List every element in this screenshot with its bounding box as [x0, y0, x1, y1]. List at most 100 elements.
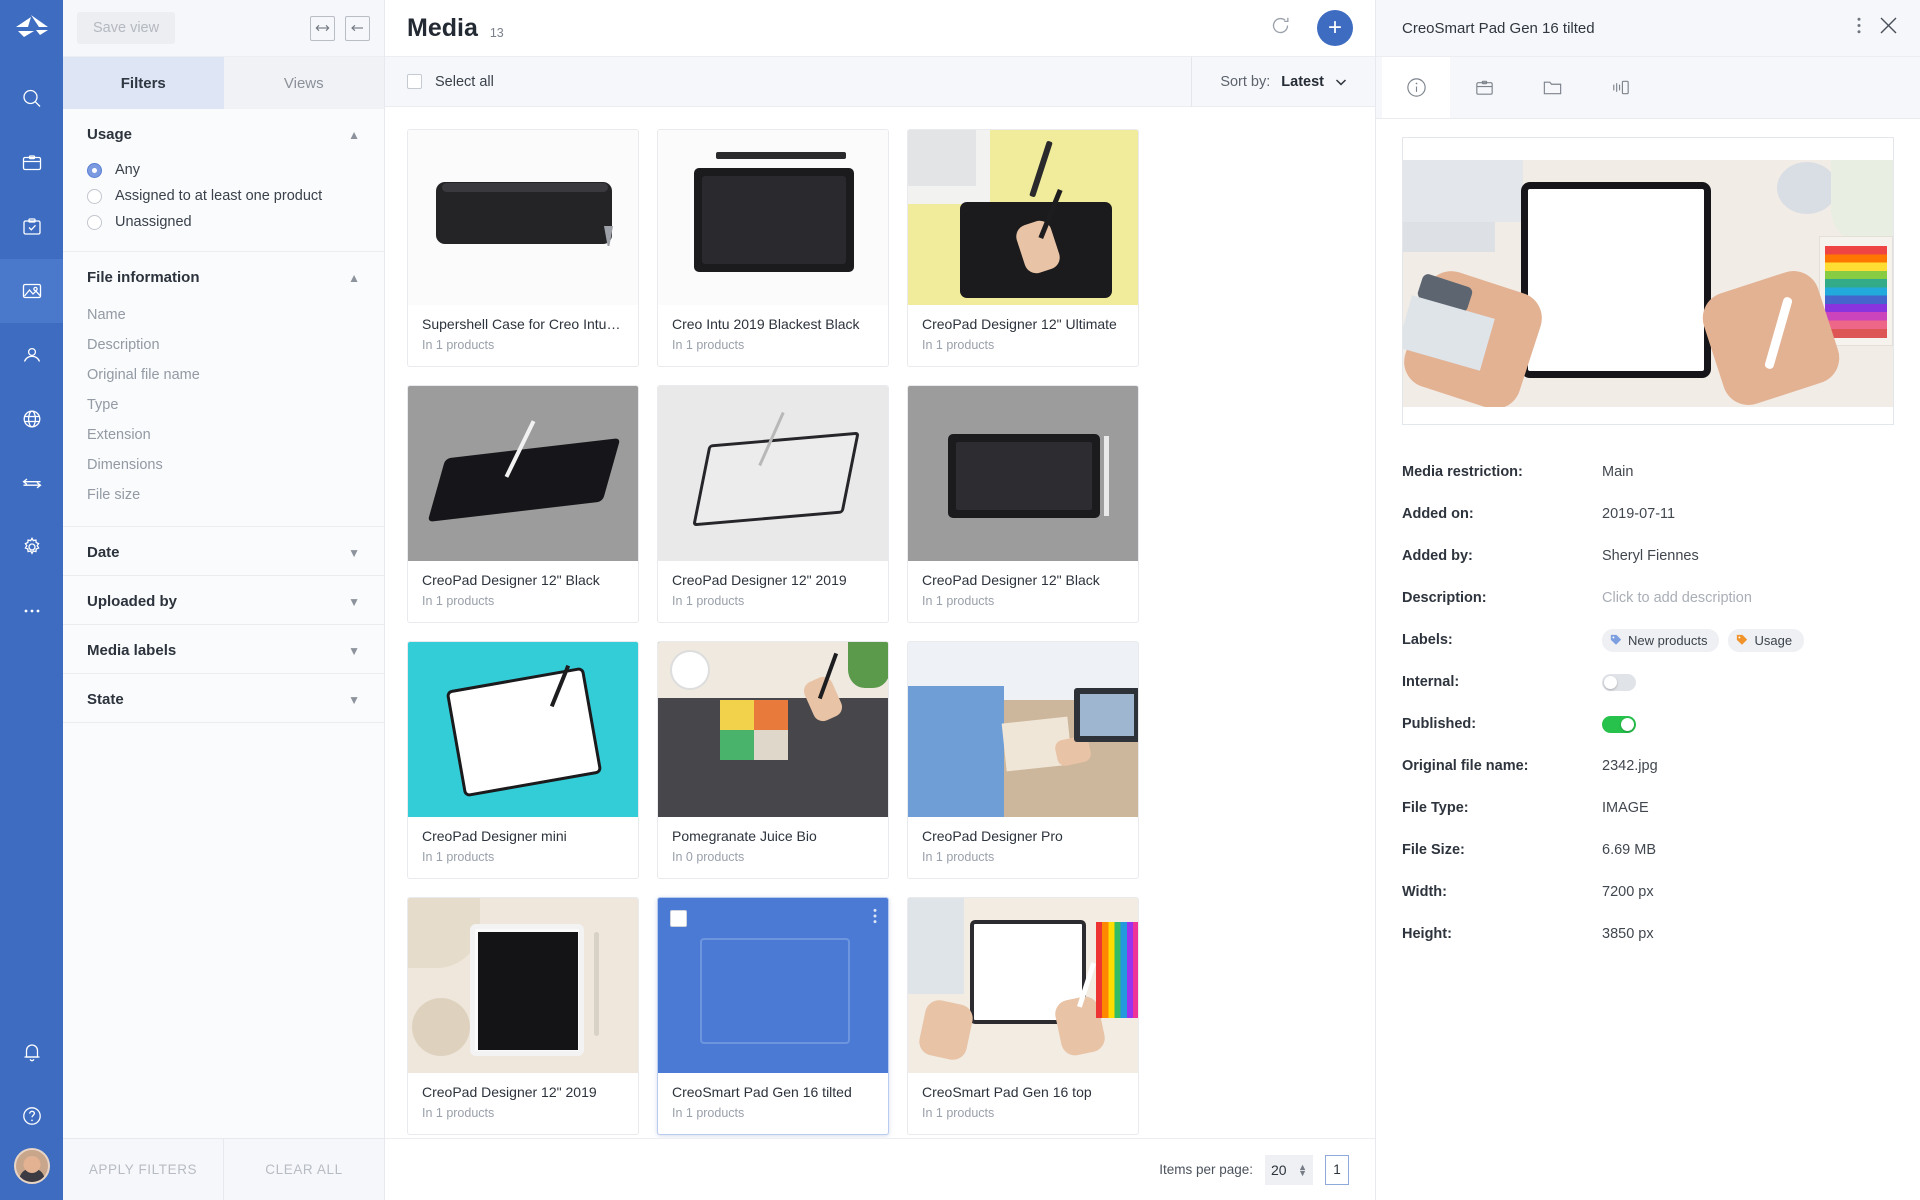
- media-card[interactable]: Supershell Case for Creo Intu … In 1 pro…: [407, 129, 639, 367]
- tab-folder[interactable]: [1518, 57, 1586, 118]
- filter-option-unassigned[interactable]: Unassigned: [87, 209, 360, 235]
- sidebar-item-more[interactable]: [0, 579, 63, 643]
- select-all-label: Select all: [435, 73, 494, 90]
- property-label: Original file name:: [1402, 758, 1529, 774]
- media-card[interactable]: Pomegranate Juice Bio In 0 products: [657, 641, 889, 879]
- sidebar-item-products[interactable]: [0, 131, 63, 195]
- apply-filters-button[interactable]: APPLY FILTERS: [63, 1139, 223, 1200]
- filter-option-assigned[interactable]: Assigned to at least one product: [87, 183, 360, 209]
- label-chip[interactable]: Usage: [1728, 628, 1805, 652]
- property-published: Published:: [1402, 703, 1894, 745]
- filter-field-type[interactable]: Type: [87, 390, 360, 420]
- tab-variants[interactable]: [1586, 57, 1654, 118]
- filter-group-file-information: File information ▲ Name Description Orig…: [63, 252, 384, 527]
- filter-group-uploaded-by-header[interactable]: Uploaded by ▼: [63, 576, 384, 624]
- label-chip[interactable]: New products: [1602, 628, 1720, 652]
- filter-field-description[interactable]: Description: [87, 330, 360, 360]
- media-card-title: CreoPad Designer mini: [422, 828, 567, 844]
- select-all-checkbox[interactable]: [407, 74, 422, 89]
- property-label: Added on:: [1402, 506, 1474, 522]
- chevron-up-icon: ▲: [348, 127, 360, 142]
- filter-group-media-labels-header[interactable]: Media labels ▼: [63, 625, 384, 673]
- label-chip-text: New products: [1628, 632, 1708, 648]
- media-card-checkbox[interactable]: [670, 910, 687, 927]
- filter-group-file-information-header[interactable]: File information ▲: [63, 252, 384, 300]
- notifications-bell-icon[interactable]: [0, 1020, 63, 1084]
- filter-group-state-header[interactable]: State ▼: [63, 674, 384, 722]
- filter-group-title: State: [87, 691, 124, 708]
- clear-all-button[interactable]: CLEAR ALL: [223, 1139, 384, 1200]
- tab-info[interactable]: [1382, 57, 1450, 118]
- published-toggle[interactable]: [1602, 715, 1636, 733]
- user-avatar[interactable]: [13, 1148, 50, 1184]
- preview-frame[interactable]: [1402, 137, 1894, 425]
- filter-field-name[interactable]: Name: [87, 300, 360, 330]
- sidebar-item-search[interactable]: [0, 67, 63, 131]
- sort-by-label: Sort by:: [1220, 73, 1271, 90]
- tab-views[interactable]: Views: [223, 57, 384, 109]
- more-vertical-icon[interactable]: [1857, 17, 1861, 39]
- tab-products[interactable]: [1450, 57, 1518, 118]
- close-icon[interactable]: [1879, 16, 1898, 40]
- property-label: Labels:: [1402, 632, 1453, 648]
- save-view-button[interactable]: Save view: [77, 12, 176, 44]
- sidebar-item-media[interactable]: [0, 259, 63, 323]
- filter-field-dimensions[interactable]: Dimensions: [87, 450, 360, 480]
- media-card[interactable]: CreoPad Designer Pro In 1 products: [907, 641, 1139, 879]
- collapse-left-icon[interactable]: [345, 15, 370, 41]
- media-card[interactable]: Creo Intu 2019 Blackest Black In 1 produ…: [657, 129, 889, 367]
- property-value: Main: [1602, 464, 1634, 480]
- media-card[interactable]: CreoPad Designer 12" 2019 In 1 products: [407, 897, 639, 1135]
- page-number-input[interactable]: 1: [1325, 1154, 1349, 1185]
- property-media-restriction: Media restriction: Main: [1402, 451, 1894, 493]
- media-card-selected[interactable]: CreoSmart Pad Gen 16 tilted In 1 product…: [657, 897, 889, 1135]
- media-card-subtitle: In 1 products: [422, 594, 495, 608]
- media-card-title: CreoPad Designer 12" Ultimate: [922, 316, 1117, 332]
- media-card[interactable]: CreoSmart Pad Gen 16 top In 1 products: [907, 897, 1139, 1135]
- tab-filters[interactable]: Filters: [63, 57, 224, 109]
- media-card[interactable]: CreoPad Designer 12" Ultimate In 1 produ…: [907, 129, 1139, 367]
- help-icon[interactable]: [0, 1084, 63, 1148]
- property-label: Width:: [1402, 884, 1447, 900]
- sidebar-item-users[interactable]: [0, 323, 63, 387]
- sort-by-control[interactable]: Sort by: Latest: [1191, 56, 1353, 107]
- header-actions: +: [1270, 10, 1353, 46]
- filters-panel: Save view Filters Views Usage ▲ Any Assi…: [63, 0, 385, 1200]
- property-label: Media restriction:: [1402, 464, 1523, 480]
- media-card[interactable]: CreoPad Designer 12" Black In 1 products: [907, 385, 1139, 623]
- property-internal: Internal:: [1402, 661, 1894, 703]
- property-file-type: File Type: IMAGE: [1402, 787, 1894, 829]
- media-card-more-icon[interactable]: [873, 908, 877, 929]
- stepper-icon[interactable]: ▲ ▼: [1298, 1162, 1307, 1177]
- media-card-subtitle: In 1 products: [922, 850, 995, 864]
- refresh-icon[interactable]: [1270, 15, 1291, 41]
- media-card-meta: CreoPad Designer 12" 2019 In 1 products: [658, 561, 888, 622]
- filters-toolbar: Save view: [63, 0, 384, 57]
- items-per-page-select[interactable]: 20 ▲ ▼: [1265, 1154, 1313, 1185]
- media-card[interactable]: CreoPad Designer 12" Black In 1 products: [407, 385, 639, 623]
- internal-toggle[interactable]: [1602, 673, 1636, 691]
- expand-horizontal-icon[interactable]: [310, 15, 335, 41]
- filter-group-title: Media labels: [87, 642, 177, 659]
- select-all-control[interactable]: Select all: [407, 74, 494, 90]
- add-media-button[interactable]: +: [1317, 10, 1353, 46]
- sidebar-item-transfer[interactable]: [0, 451, 63, 515]
- media-card-title: CreoPad Designer Pro: [922, 828, 1063, 844]
- filter-option-any[interactable]: Any: [87, 157, 360, 183]
- description-placeholder[interactable]: Click to add description: [1602, 590, 1752, 606]
- app-logo[interactable]: [14, 14, 50, 45]
- sidebar-item-channels[interactable]: [0, 387, 63, 451]
- media-card[interactable]: CreoPad Designer mini In 1 products: [407, 641, 639, 879]
- filter-field-original-file-name[interactable]: Original file name: [87, 360, 360, 390]
- radio-icon: [87, 162, 102, 178]
- sidebar-item-tasks[interactable]: [0, 195, 63, 259]
- detail-properties: Media restriction: Main Added on: 2019-0…: [1376, 425, 1920, 955]
- media-grid-area[interactable]: Supershell Case for Creo Intu … In 1 pro…: [385, 107, 1375, 1138]
- filter-group-date-header[interactable]: Date ▼: [63, 527, 384, 575]
- filter-group-usage-header[interactable]: Usage ▲: [63, 109, 384, 157]
- filter-field-extension[interactable]: Extension: [87, 420, 360, 450]
- filter-group-media-labels: Media labels ▼: [63, 625, 384, 674]
- media-card[interactable]: CreoPad Designer 12" 2019 In 1 products: [657, 385, 889, 623]
- filter-field-file-size[interactable]: File size: [87, 480, 360, 510]
- sidebar-item-settings[interactable]: [0, 515, 63, 579]
